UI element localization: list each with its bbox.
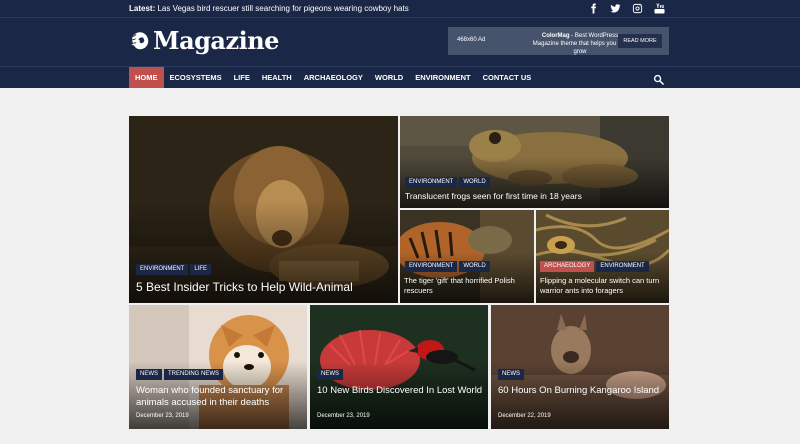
post-card-dog[interactable]: NEWS TRENDING NEWS Woman who founded san… [129,305,307,429]
category-tag[interactable]: LIFE [190,264,212,275]
latest-news[interactable]: Latest: Las Vegas bird rescuer still sea… [129,4,409,13]
post-card-lion[interactable]: ENVIRONMENT LIFE 5 Best Insider Tricks t… [129,116,398,303]
category-tag[interactable]: ENVIRONMENT [405,261,458,272]
nav-item-archaeology[interactable]: ARCHAEOLOGY [298,67,369,88]
lion-logo-icon [131,31,149,49]
category-tag[interactable]: ENVIRONMENT [596,261,649,272]
post-title[interactable]: Translucent frogs seen for first time in… [405,191,665,201]
post-card-bird[interactable]: NEWS 10 New Birds Discovered In Lost Wor… [310,305,488,429]
category-tag[interactable]: ENVIRONMENT [405,177,458,188]
category-tag[interactable]: NEWS [317,369,343,380]
category-tag[interactable]: WORLD [459,177,490,188]
search-icon[interactable] [653,72,664,85]
latest-label: Latest: [129,4,156,13]
nav-item-world[interactable]: WORLD [369,67,409,88]
category-tags: ENVIRONMENT WORLD [405,177,490,188]
latest-headline[interactable]: Las Vegas bird rescuer still searching f… [157,4,408,13]
top-bar: Latest: Las Vegas bird rescuer still sea… [0,0,800,18]
nav-item-home[interactable]: HOME [129,67,164,88]
post-card-ants[interactable]: ARCHAEOLOGY ENVIRONMENT Flipping a molec… [536,210,669,303]
nav-item-contact-us[interactable]: CONTACT US [477,67,538,88]
post-date: December 23, 2019 [136,413,189,419]
ad-banner[interactable]: 468x60 Ad ColorMag - Best WordPress Maga… [448,27,669,55]
category-tags: NEWS [498,369,524,380]
ad-read-more-button[interactable]: READ MORE [618,34,662,48]
twitter-icon[interactable] [609,2,621,14]
category-tag[interactable]: ARCHAEOLOGY [540,261,595,272]
category-tag[interactable]: TRENDING NEWS [164,369,223,380]
site-logo[interactable]: Magazine [129,26,279,55]
category-tag[interactable]: NEWS [136,369,162,380]
post-title[interactable]: The tiger 'gift' that horrified Polish r… [404,276,532,295]
ad-copy: ColorMag - Best WordPress Magazine theme… [530,32,630,56]
post-title[interactable]: Flipping a molecular switch can turn war… [540,276,668,295]
post-date: December 22, 2019 [498,413,551,419]
site-header: Latest: Las Vegas bird rescuer still sea… [0,0,800,88]
logo-text: Magazine [153,26,279,55]
category-tag[interactable]: ENVIRONMENT [136,264,189,275]
category-tags: ENVIRONMENT WORLD [405,261,490,272]
category-tags: ENVIRONMENT LIFE [136,264,212,275]
main-navigation: HOME ECOSYSTEMS LIFE HEALTH ARCHAEOLOGY … [0,66,800,88]
category-tag[interactable]: NEWS [498,369,524,380]
post-title[interactable]: Woman who founded sanctuary for animals … [136,385,304,409]
category-tags: ARCHAEOLOGY ENVIRONMENT [540,261,649,272]
facebook-icon[interactable] [587,2,599,14]
instagram-icon[interactable] [631,2,643,14]
nav-item-life[interactable]: LIFE [228,67,256,88]
youtube-icon[interactable] [653,2,665,14]
ad-brand: ColorMag [541,33,570,39]
social-links [587,2,665,14]
category-tag[interactable]: WORLD [459,261,490,272]
post-card-tiger[interactable]: ENVIRONMENT WORLD The tiger 'gift' that … [400,210,534,303]
post-date: December 23, 2019 [317,413,370,419]
post-title[interactable]: 60 Hours On Burning Kangaroo Island [498,385,666,397]
post-card-frog[interactable]: ENVIRONMENT WORLD Translucent frogs seen… [400,116,669,208]
nav-item-ecosystems[interactable]: ECOSYSTEMS [164,67,228,88]
category-tags: NEWS TRENDING NEWS [136,369,223,380]
nav-item-health[interactable]: HEALTH [256,67,298,88]
ad-size-label: 468x60 Ad [457,37,486,43]
nav-item-environment[interactable]: ENVIRONMENT [409,67,476,88]
post-card-kangaroo[interactable]: NEWS 60 Hours On Burning Kangaroo Island… [491,305,669,429]
post-title[interactable]: 5 Best Insider Tricks to Help Wild-Anima… [136,280,391,294]
category-tags: NEWS [317,369,343,380]
post-title[interactable]: 10 New Birds Discovered In Lost World [317,385,485,397]
